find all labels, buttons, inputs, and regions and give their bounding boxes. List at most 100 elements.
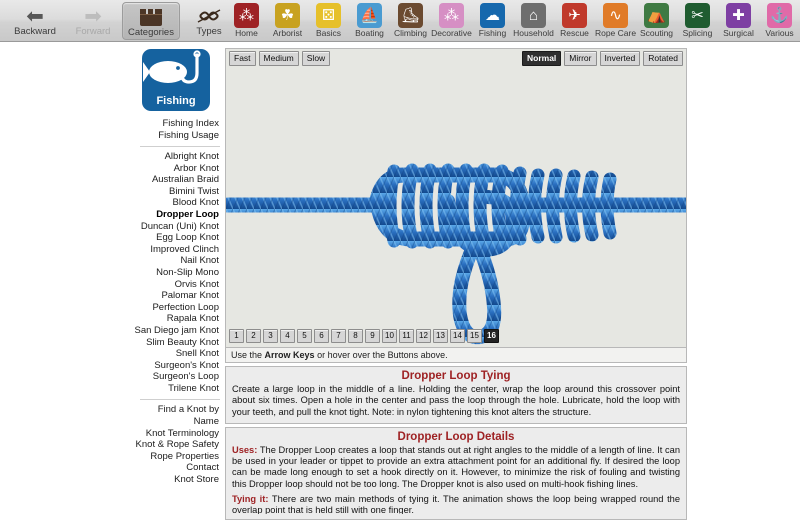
category-button-rescue[interactable]: ✈ Rescue [554,1,595,39]
details-uses: Uses: The Dropper Loop creates a loop th… [232,445,680,490]
frame-button-11[interactable]: 11 [399,329,414,343]
left-arrow-icon: ⬅ [26,4,44,28]
category-label: Home [235,28,258,38]
backward-button[interactable]: ⬅ Backward [6,2,64,40]
sidebar-knot-rapala-knot[interactable]: Rapala Knot [130,313,222,325]
view-button-mirror[interactable]: Mirror [564,51,597,66]
details-tying: Tying it: There are two main methods of … [232,494,680,514]
category-button-basics[interactable]: ⚄ Basics [308,1,349,39]
category-button-bar: ⁂ Home ☘ Arborist ⚄ Basics ⛵ Boating ⛸ Climbing ⁂ D… [226,1,800,39]
rescue-icon: ✈ [562,3,587,28]
sidebar-knot-arbor-knot[interactable]: Arbor Knot [130,163,222,175]
frame-button-16[interactable]: 16 [484,329,499,343]
categories-icon [140,6,162,28]
sidebar-knot-san-diego-jam-knot[interactable]: San Diego jam Knot [130,325,222,337]
frame-button-14[interactable]: 14 [450,329,465,343]
tying-body: Create a large loop in the middle of a l… [232,384,680,417]
category-label: Surgical [723,28,754,38]
sidebar-knot-non-slip-mono[interactable]: Non-Slip Mono [130,267,222,279]
tying-it-label: Tying it: [232,494,269,505]
frame-button-10[interactable]: 10 [382,329,397,343]
category-button-decorative[interactable]: ⁂ Decorative [431,1,472,39]
category-button-home[interactable]: ⁂ Home [226,1,267,39]
category-button-household[interactable]: ⌂ Household [513,1,554,39]
sidebar-knot-perfection-loop[interactable]: Perfection Loop [130,302,222,314]
categories-button[interactable]: Categories [122,2,180,40]
sidebar-knot-albright-knot[interactable]: Albright Knot [130,151,222,163]
sidebar-index-links: Fishing Index Fishing Usage [130,118,222,141]
frame-button-2[interactable]: 2 [246,329,261,343]
speed-button-medium[interactable]: Medium [258,51,299,66]
frame-button-8[interactable]: 8 [348,329,363,343]
sidebar-footer-knot-terminology[interactable]: Knot Terminology [130,428,222,440]
fishing-brand-badge[interactable]: Fishing [142,49,210,111]
speed-controls: Fast Medium Slow [229,51,331,66]
sidebar-link-fishing-usage[interactable]: Fishing Usage [130,130,219,142]
category-button-scouting[interactable]: ⛺ Scouting [636,1,677,39]
category-button-arborist[interactable]: ☘ Arborist [267,1,308,39]
category-button-various[interactable]: ⚓ Various [759,1,800,39]
sidebar-knot-surgeon-s-knot[interactable]: Surgeon's Knot [130,360,222,372]
sidebar: Fishing Fishing Index Fishing Usage Albri… [130,46,222,486]
sidebar-knot-egg-loop-knot[interactable]: Egg Loop Knot [130,232,222,244]
right-arrow-icon: ➡ [84,4,102,28]
frame-button-4[interactable]: 4 [280,329,295,343]
categories-label: Categories [128,27,174,38]
hint-pre: Use the [231,350,265,360]
frame-button-12[interactable]: 12 [416,329,431,343]
backward-label: Backward [14,26,56,37]
frame-selector: 1 2 3 4 5 6 7 8 9 10 11 12 13 14 15 16 [229,329,499,343]
view-controls: Normal Mirror Inverted Rotated [522,51,683,66]
frame-button-6[interactable]: 6 [314,329,329,343]
frame-button-15[interactable]: 15 [467,329,482,343]
frame-button-13[interactable]: 13 [433,329,448,343]
sidebar-footer-contact[interactable]: Contact [130,462,222,474]
view-button-rotated[interactable]: Rotated [643,51,683,66]
sidebar-footer-knot-store[interactable]: Knot Store [130,474,222,486]
forward-button[interactable]: ➡ Forward [64,2,122,40]
sidebar-knot-orvis-knot[interactable]: Orvis Knot [130,279,222,291]
sidebar-knot-nail-knot[interactable]: Nail Knot [130,255,222,267]
sidebar-knot-blood-knot[interactable]: Blood Knot [130,197,222,209]
category-button-fishing[interactable]: ☁ Fishing [472,1,513,39]
sidebar-footer-find-a-knot-by-name[interactable]: Find a Knot by Name [130,404,222,427]
frame-button-9[interactable]: 9 [365,329,380,343]
category-button-splicing[interactable]: ✂ Splicing [677,1,718,39]
category-button-climbing[interactable]: ⛸ Climbing [390,1,431,39]
category-label: Basics [315,28,342,38]
speed-button-fast[interactable]: Fast [229,51,256,66]
category-label: Decorative [431,28,472,38]
sidebar-footer-knot-rope-safety[interactable]: Knot & Rope Safety [130,439,222,451]
category-label: Various [765,28,794,38]
view-button-inverted[interactable]: Inverted [599,51,641,66]
scouting-icon: ⛺ [644,3,669,28]
sidebar-knot-bimini-twist[interactable]: Bimini Twist [130,186,222,198]
speed-button-slow[interactable]: Slow [301,51,331,66]
sidebar-knot-snell-knot[interactable]: Snell Knot [130,348,222,360]
sidebar-knot-palomar-knot[interactable]: Palomar Knot [130,290,222,302]
sidebar-knot-dropper-loop[interactable]: Dropper Loop [130,209,222,221]
frame-button-5[interactable]: 5 [297,329,312,343]
sidebar-knot-slim-beauty-knot[interactable]: Slim Beauty Knot [130,337,222,349]
uses-body: The Dropper Loop creates a loop that sta… [232,444,680,489]
category-button-boating[interactable]: ⛵ Boating [349,1,390,39]
knot-types-icon [197,5,221,27]
sidebar-knot-australian-braid[interactable]: Australian Braid [130,174,222,186]
sidebar-knot-trilene-knot[interactable]: Trilene Knot [130,383,222,395]
category-button-surgical[interactable]: ✚ Surgical [718,1,759,39]
sidebar-knot-duncan-uni-knot[interactable]: Duncan (Uni) Knot [130,221,222,233]
sidebar-knot-list: Albright Knot Arbor Knot Australian Braid B… [130,151,222,394]
category-label: Rope Care [594,28,637,38]
frame-button-3[interactable]: 3 [263,329,278,343]
view-button-normal[interactable]: Normal [522,51,562,66]
sidebar-knot-improved-clinch[interactable]: Improved Clinch [130,244,222,256]
category-label: Climbing [393,28,428,38]
tying-it-body: There are two main methods of tying it. … [232,494,680,515]
sidebar-footer-rope-properties[interactable]: Rope Properties [130,451,222,463]
uses-label: Uses: [232,444,258,455]
sidebar-knot-surgeon-s-loop[interactable]: Surgeon's Loop [130,371,222,383]
frame-button-7[interactable]: 7 [331,329,346,343]
category-button-rope-care[interactable]: ∿ Rope Care [595,1,636,39]
frame-button-1[interactable]: 1 [229,329,244,343]
sidebar-link-fishing-index[interactable]: Fishing Index [130,118,219,130]
